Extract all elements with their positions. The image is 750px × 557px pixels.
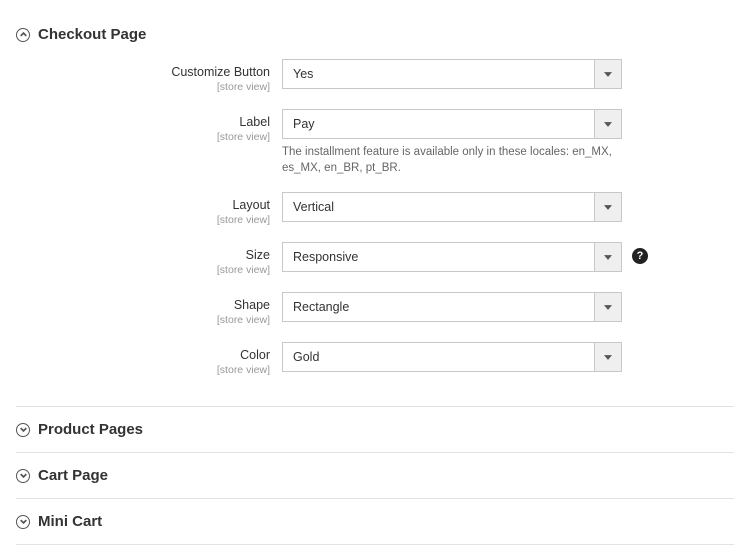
chevron-up-icon [16, 28, 30, 42]
select-shape[interactable]: Rectangle [282, 292, 622, 322]
field-scope: [store view] [16, 214, 270, 226]
section-header-minicart[interactable]: Mini Cart [16, 513, 734, 530]
field-label-col: Layout [store view] [16, 192, 282, 226]
section-title: Cart Page [38, 467, 108, 484]
field-label-col: Shape [store view] [16, 292, 282, 326]
chevron-down-icon [594, 109, 622, 139]
section-checkout-page: Checkout Page Customize Button [store vi… [16, 12, 734, 396]
chevron-down-icon [594, 192, 622, 222]
chevron-down-icon [16, 469, 30, 483]
field-shape: Shape [store view] Rectangle [16, 292, 734, 326]
select-value: Gold [282, 342, 594, 372]
select-size[interactable]: Responsive [282, 242, 622, 272]
field-control: Pay The installment feature is available… [282, 109, 622, 176]
chevron-down-icon [16, 423, 30, 437]
field-note: The installment feature is available onl… [282, 144, 622, 176]
section-body-checkout: Customize Button [store view] Yes Label … [16, 43, 734, 396]
field-label-select: Label [store view] Pay The installment f… [16, 109, 734, 176]
field-size: Size [store view] Responsive ? [16, 242, 734, 276]
field-scope: [store view] [16, 264, 270, 276]
field-control: Yes [282, 59, 622, 89]
field-label-col: Size [store view] [16, 242, 282, 276]
select-label[interactable]: Pay [282, 109, 622, 139]
chevron-down-icon [594, 242, 622, 272]
field-scope: [store view] [16, 81, 270, 93]
select-color[interactable]: Gold [282, 342, 622, 372]
select-value: Vertical [282, 192, 594, 222]
field-label-col: Label [store view] [16, 109, 282, 143]
select-value: Yes [282, 59, 594, 89]
field-label: Layout [16, 198, 270, 213]
field-control: Responsive ? [282, 242, 622, 272]
select-value: Rectangle [282, 292, 594, 322]
field-control: Gold [282, 342, 622, 372]
field-control: Vertical [282, 192, 622, 222]
field-label-col: Color [store view] [16, 342, 282, 376]
help-icon[interactable]: ? [632, 248, 648, 264]
section-title: Mini Cart [38, 513, 102, 530]
select-layout[interactable]: Vertical [282, 192, 622, 222]
section-product-pages: Product Pages [16, 407, 734, 453]
select-value: Pay [282, 109, 594, 139]
section-mini-cart: Mini Cart [16, 499, 734, 545]
section-title: Product Pages [38, 421, 143, 438]
select-value: Responsive [282, 242, 594, 272]
chevron-down-icon [594, 292, 622, 322]
field-scope: [store view] [16, 314, 270, 326]
field-scope: [store view] [16, 131, 270, 143]
field-scope: [store view] [16, 364, 270, 376]
field-customize-button: Customize Button [store view] Yes [16, 59, 734, 93]
field-label-col: Customize Button [store view] [16, 59, 282, 93]
field-label: Label [16, 115, 270, 130]
field-color: Color [store view] Gold [16, 342, 734, 376]
field-label: Customize Button [16, 65, 270, 80]
field-label: Size [16, 248, 270, 263]
section-header-checkout[interactable]: Checkout Page [16, 26, 734, 43]
field-layout: Layout [store view] Vertical [16, 192, 734, 226]
field-control: Rectangle [282, 292, 622, 322]
chevron-down-icon [594, 342, 622, 372]
chevron-down-icon [16, 515, 30, 529]
section-title: Checkout Page [38, 26, 146, 43]
section-header-cart[interactable]: Cart Page [16, 467, 734, 484]
section-header-product[interactable]: Product Pages [16, 421, 734, 438]
section-cart-page: Cart Page [16, 453, 734, 499]
chevron-down-icon [594, 59, 622, 89]
field-label: Shape [16, 298, 270, 313]
field-label: Color [16, 348, 270, 363]
select-customize-button[interactable]: Yes [282, 59, 622, 89]
